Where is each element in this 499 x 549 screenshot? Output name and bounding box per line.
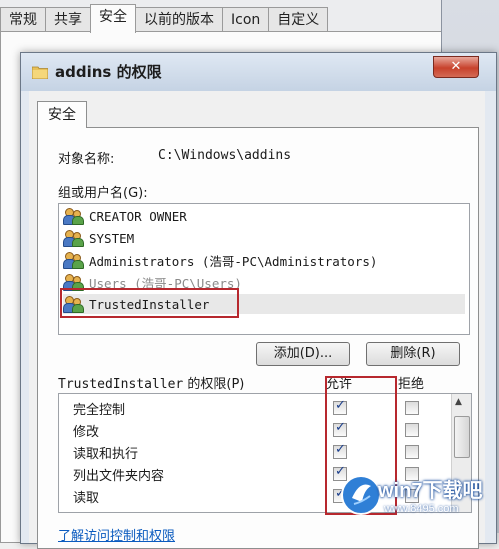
watermark-url: www.8495.com xyxy=(384,503,459,515)
tab-security-background[interactable]: 安全 xyxy=(90,4,136,33)
permissions-label: TrustedInstaller 的权限(P) xyxy=(58,373,244,392)
dialog-title: addins 的权限 xyxy=(55,63,162,81)
tab-icon[interactable]: Icon xyxy=(222,7,270,32)
user-row-creator-owner[interactable]: CREATOR OWNER xyxy=(63,206,465,226)
close-icon: ✕ xyxy=(450,59,462,74)
watermark-title: win7下载吧 xyxy=(378,480,483,502)
scrollbar-thumb[interactable] xyxy=(454,416,470,458)
permission-name: 完全控制 xyxy=(73,403,126,418)
scroll-up-arrow-icon[interactable]: ▲ xyxy=(455,397,462,407)
deny-checkbox[interactable] xyxy=(405,401,419,415)
deny-checkbox[interactable] xyxy=(405,445,419,459)
group-user-label: 组或用户名(G): xyxy=(58,186,148,201)
tab-general[interactable]: 常规 xyxy=(0,7,46,32)
tab-sharing[interactable]: 共享 xyxy=(45,7,91,32)
tab-previous-versions[interactable]: 以前的版本 xyxy=(135,7,223,32)
tab-customize[interactable]: 自定义 xyxy=(268,7,329,32)
user-row-system[interactable]: SYSTEM xyxy=(63,228,465,248)
permission-name: 读取和执行 xyxy=(73,447,139,462)
user-name: SYSTEM xyxy=(89,230,135,246)
permissions-label-suffix: 的权限(P) xyxy=(183,377,245,392)
folder-icon xyxy=(32,66,48,79)
user-row-administrators[interactable]: Administrators (浩哥-PC\Administrators) xyxy=(63,250,465,270)
permission-name: 修改 xyxy=(73,425,100,440)
user-name: Administrators (浩哥-PC\Administrators) xyxy=(89,253,378,269)
site-watermark: win7下载吧 www.8495.com xyxy=(340,470,495,528)
close-button[interactable]: ✕ xyxy=(433,56,479,78)
permissions-label-user: TrustedInstaller xyxy=(58,377,184,392)
win7-logo-icon xyxy=(341,475,381,515)
deny-column-header: 拒绝 xyxy=(398,377,425,392)
user-name: CREATOR OWNER xyxy=(89,208,187,224)
background-tab-strip: 常规 共享 安全 以前的版本 Icon 自定义 xyxy=(0,4,329,33)
object-name-label: 对象名称: xyxy=(58,152,115,167)
object-name-value: C:\Windows\addins xyxy=(158,148,292,163)
tab-security[interactable]: 安全 xyxy=(37,101,87,128)
remove-button[interactable]: 删除(R) xyxy=(366,342,460,366)
users-group-icon xyxy=(63,230,85,247)
add-button[interactable]: 添加(D)... xyxy=(256,342,350,366)
dialog-titlebar: addins 的权限 ✕ xyxy=(21,53,496,91)
access-control-link[interactable]: 了解访问控制和权限 xyxy=(58,525,175,544)
permission-name: 读取 xyxy=(73,491,100,506)
highlight-box-trustedinstaller xyxy=(60,288,239,318)
deny-checkbox[interactable] xyxy=(405,423,419,437)
user-list[interactable]: CREATOR OWNER SYSTEM Administrators (浩哥-… xyxy=(58,203,470,335)
permission-name: 列出文件夹内容 xyxy=(73,469,165,484)
users-group-icon xyxy=(63,252,85,269)
users-group-icon xyxy=(63,208,85,225)
